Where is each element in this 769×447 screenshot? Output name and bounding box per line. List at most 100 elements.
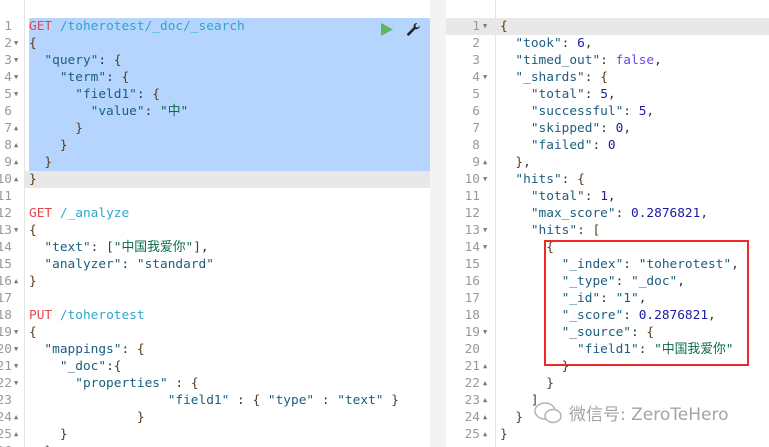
fold-collapse-icon[interactable]: ▼ [14, 324, 18, 341]
fold-collapse-icon[interactable]: ▼ [483, 324, 487, 341]
token-key: "failed" [530, 138, 593, 153]
pane-resizer[interactable] [430, 0, 446, 447]
response-viewer[interactable]: 1 ▼{2 "took": 6, 3 "timed_out": false, 4 ▼ "… [446, 0, 769, 447]
line-number: 4 [472, 70, 480, 85]
code-line[interactable]: 20 ▼ "mappings": { [0, 341, 430, 358]
fold-collapse-icon[interactable]: ▼ [483, 18, 487, 35]
token-punc [29, 410, 137, 425]
token-key: "took" [515, 36, 562, 51]
token-brace: } [500, 427, 508, 442]
code-line[interactable]: 14 "text": ["中国我爱你"], [0, 239, 430, 256]
code-line[interactable]: 18 PUT /toherotest [0, 307, 430, 324]
line-number: 1 [4, 19, 12, 34]
token-punc [500, 189, 531, 204]
fold-expand-icon[interactable]: ▲ [14, 137, 18, 154]
line-number: 15 [464, 257, 480, 272]
code-line[interactable]: 22 ▼ "properties" : { [0, 375, 430, 392]
line-number: 8 [472, 138, 480, 153]
fold-expand-icon[interactable]: ▲ [483, 375, 487, 392]
token-punc [500, 240, 546, 255]
token-brace: { [500, 19, 508, 34]
token-punc: : [106, 70, 122, 85]
code-line[interactable]: 23 "field1" : { "type" : "text" } [0, 392, 430, 409]
code-text: } [29, 171, 37, 188]
token-punc: , [607, 189, 616, 204]
code-text: "timed_out": false, [500, 52, 661, 69]
fold-collapse-icon[interactable]: ▼ [483, 171, 487, 188]
code-line[interactable]: 19 ▼ { [0, 324, 430, 341]
line-number: 22 [0, 376, 12, 391]
wechat-icon [534, 401, 562, 423]
token-punc: : [144, 104, 160, 119]
fold-expand-icon[interactable]: ▲ [483, 358, 487, 375]
fold-collapse-icon[interactable]: ▼ [14, 222, 18, 239]
code-line[interactable]: 7 ▲ } [0, 120, 430, 137]
fold-collapse-icon[interactable]: ▼ [14, 341, 18, 358]
fold-collapse-icon[interactable]: ▼ [14, 375, 18, 392]
code-text: "failed": 0 [500, 137, 616, 154]
code-line[interactable]: 5 ▼ "field1": { [0, 86, 430, 103]
fold-expand-icon[interactable]: ▲ [14, 154, 18, 171]
code-line[interactable]: 9 ▲ } [0, 154, 430, 171]
fold-collapse-icon[interactable]: ▼ [14, 52, 18, 69]
fold-expand-icon[interactable]: ▲ [14, 426, 18, 443]
code-line[interactable]: 15 "analyzer": "standard" [0, 256, 430, 273]
code-line[interactable]: 1 GET /toherotest/_doc/_search [0, 18, 430, 35]
fold-expand-icon[interactable]: ▲ [14, 171, 18, 188]
line-number: 24 [0, 410, 12, 425]
code-line[interactable]: 25 ▲ } [0, 426, 430, 443]
code-text: "field1" : { "type" : "text" } [29, 392, 399, 409]
code-line[interactable]: 8 ▲ } [0, 137, 430, 154]
code-line[interactable]: 13 ▼ { [0, 222, 430, 239]
request-editor[interactable]: 1 GET /toherotest/_doc/_search 2 ▼{3 ▼ "quer… [0, 0, 430, 447]
code-line[interactable]: 4 ▼ "term": { [0, 69, 430, 86]
code-text: "text": ["中国我爱你"], [29, 239, 208, 256]
code-text: PUT /toherotest [29, 307, 145, 324]
fold-collapse-icon[interactable]: ▼ [483, 239, 487, 256]
code-text: "successful": 5, [500, 103, 654, 120]
fold-expand-icon[interactable]: ▲ [483, 426, 487, 443]
code-line[interactable]: 11 [0, 188, 430, 205]
token-key: "properties" [75, 376, 168, 391]
fold-collapse-icon[interactable]: ▼ [14, 69, 18, 86]
line-number: 1 [472, 19, 480, 34]
request-options-button[interactable] [406, 22, 421, 41]
fold-collapse-icon[interactable]: ▼ [14, 358, 18, 375]
fold-expand-icon[interactable]: ▲ [14, 120, 18, 137]
code-line[interactable]: 10 ▲} [0, 171, 430, 188]
code-text: GET /toherotest/_doc/_search [29, 18, 245, 35]
code-line[interactable]: 16 ▲} [0, 273, 430, 290]
fold-collapse-icon[interactable]: ▼ [14, 35, 18, 52]
token-punc [29, 70, 60, 85]
code-line[interactable]: 17 [0, 290, 430, 307]
request-editor-lines[interactable]: 1 GET /toherotest/_doc/_search 2 ▼{3 ▼ "quer… [0, 18, 430, 447]
token-punc [500, 172, 515, 187]
run-request-button[interactable] [380, 22, 394, 41]
code-line: 2 "took": 6, [446, 35, 769, 52]
line-number: 12 [464, 206, 480, 221]
token-punc [500, 223, 531, 238]
code-line[interactable]: 3 ▼ "query": { [0, 52, 430, 69]
fold-expand-icon[interactable]: ▲ [483, 409, 487, 426]
fold-collapse-icon[interactable]: ▼ [483, 69, 487, 86]
code-line[interactable]: 24 ▲ } [0, 409, 430, 426]
token-brace: ] [193, 240, 201, 255]
fold-expand-icon[interactable]: ▲ [14, 273, 18, 290]
token-punc: : [584, 189, 601, 204]
fold-expand-icon[interactable]: ▲ [483, 392, 487, 409]
code-line[interactable]: 2 ▼ { [0, 35, 430, 52]
code-line[interactable]: 12 GET /_analyze [0, 205, 430, 222]
fold-collapse-icon[interactable]: ▼ [14, 86, 18, 103]
fold-collapse-icon[interactable]: ▼ [483, 222, 487, 239]
code-line[interactable]: 21 ▼ "_doc":{ [0, 358, 430, 375]
token-punc [500, 121, 531, 136]
line-number: 25 [464, 427, 480, 442]
fold-expand-icon[interactable]: ▲ [483, 154, 487, 171]
fold-expand-icon[interactable]: ▲ [14, 409, 18, 426]
code-line[interactable]: 6 "value": "中" [0, 103, 430, 120]
code-line[interactable]: 26 } [0, 443, 430, 447]
code-line: 22 ▲ } [446, 375, 769, 392]
token-punc: : [623, 104, 639, 119]
token-punc: , [700, 206, 709, 221]
token-punc: : [600, 53, 616, 68]
